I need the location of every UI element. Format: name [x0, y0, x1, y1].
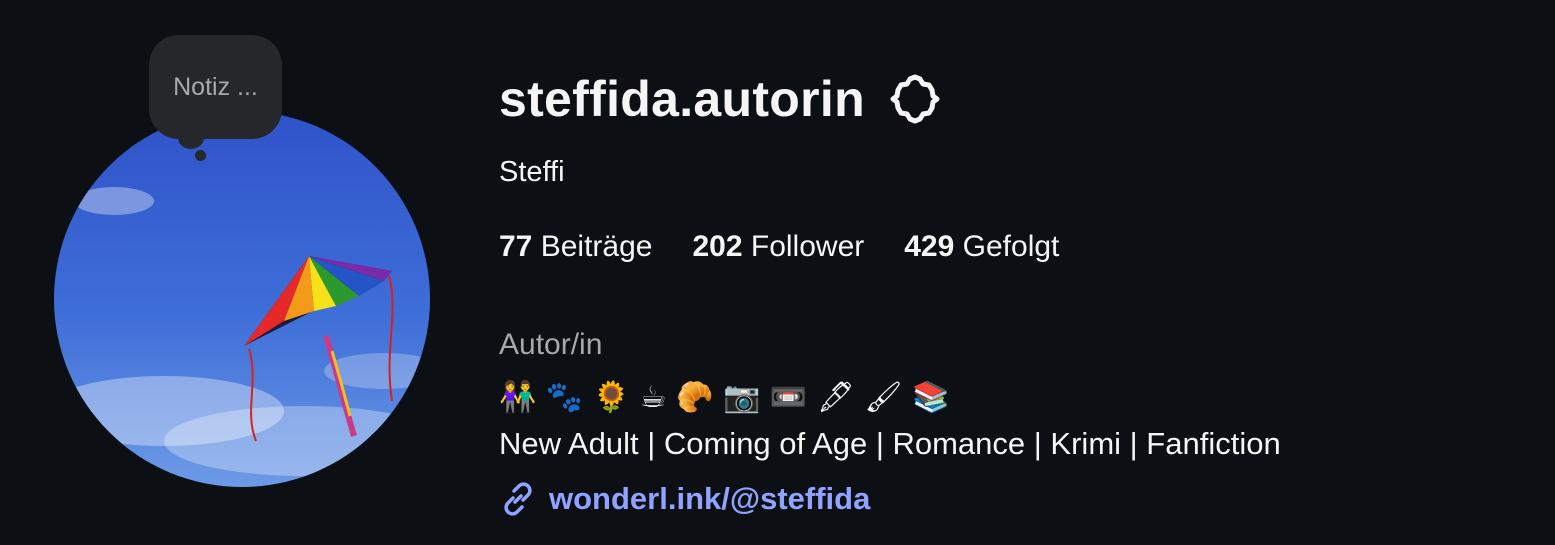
profile-info: steffida.autorin Steffi 77 Beiträge 202 …: [499, 60, 1519, 516]
profile-avatar[interactable]: [54, 111, 430, 487]
username: steffida.autorin: [499, 71, 865, 127]
profile-stats: 77 Beiträge 202 Follower 429 Gefolgt: [499, 230, 1099, 264]
settings-button[interactable]: [887, 71, 943, 127]
username-row: steffida.autorin: [499, 60, 1519, 138]
note-placeholder: Notiz ...: [173, 72, 258, 101]
followers-count: 202: [692, 230, 743, 263]
bio-emojis: 👫 🐾 🌻 ☕ 🥐 📷 📼 🖋 🖌 📚: [499, 380, 950, 415]
avatar-image: [54, 111, 430, 487]
link-icon: [499, 480, 537, 518]
profile-link[interactable]: wonderl.ink/@steffida: [499, 480, 870, 518]
profile-page: Notiz ... steffida.autorin Steffi 77 Bei…: [0, 0, 1555, 545]
following-count: 429: [904, 230, 955, 263]
gear-icon: [890, 74, 940, 124]
posts-label: Beiträge: [540, 230, 653, 263]
display-name: Steffi: [499, 156, 565, 188]
following-label: Gefolgt: [962, 230, 1060, 263]
profile-category: Autor/in: [499, 328, 603, 361]
following-stat[interactable]: 429 Gefolgt: [904, 230, 1059, 264]
posts-count: 77: [499, 230, 533, 263]
note-bubble-tail-dot: [195, 150, 206, 161]
posts-stat[interactable]: 77 Beiträge: [499, 230, 652, 264]
bio-genres: New Adult | Coming of Age | Romance | Kr…: [499, 426, 1281, 461]
link-text: wonderl.ink/@steffida: [549, 481, 871, 516]
note-bubble[interactable]: Notiz ...: [149, 35, 282, 139]
followers-stat[interactable]: 202 Follower: [692, 230, 864, 264]
followers-label: Follower: [750, 230, 865, 263]
